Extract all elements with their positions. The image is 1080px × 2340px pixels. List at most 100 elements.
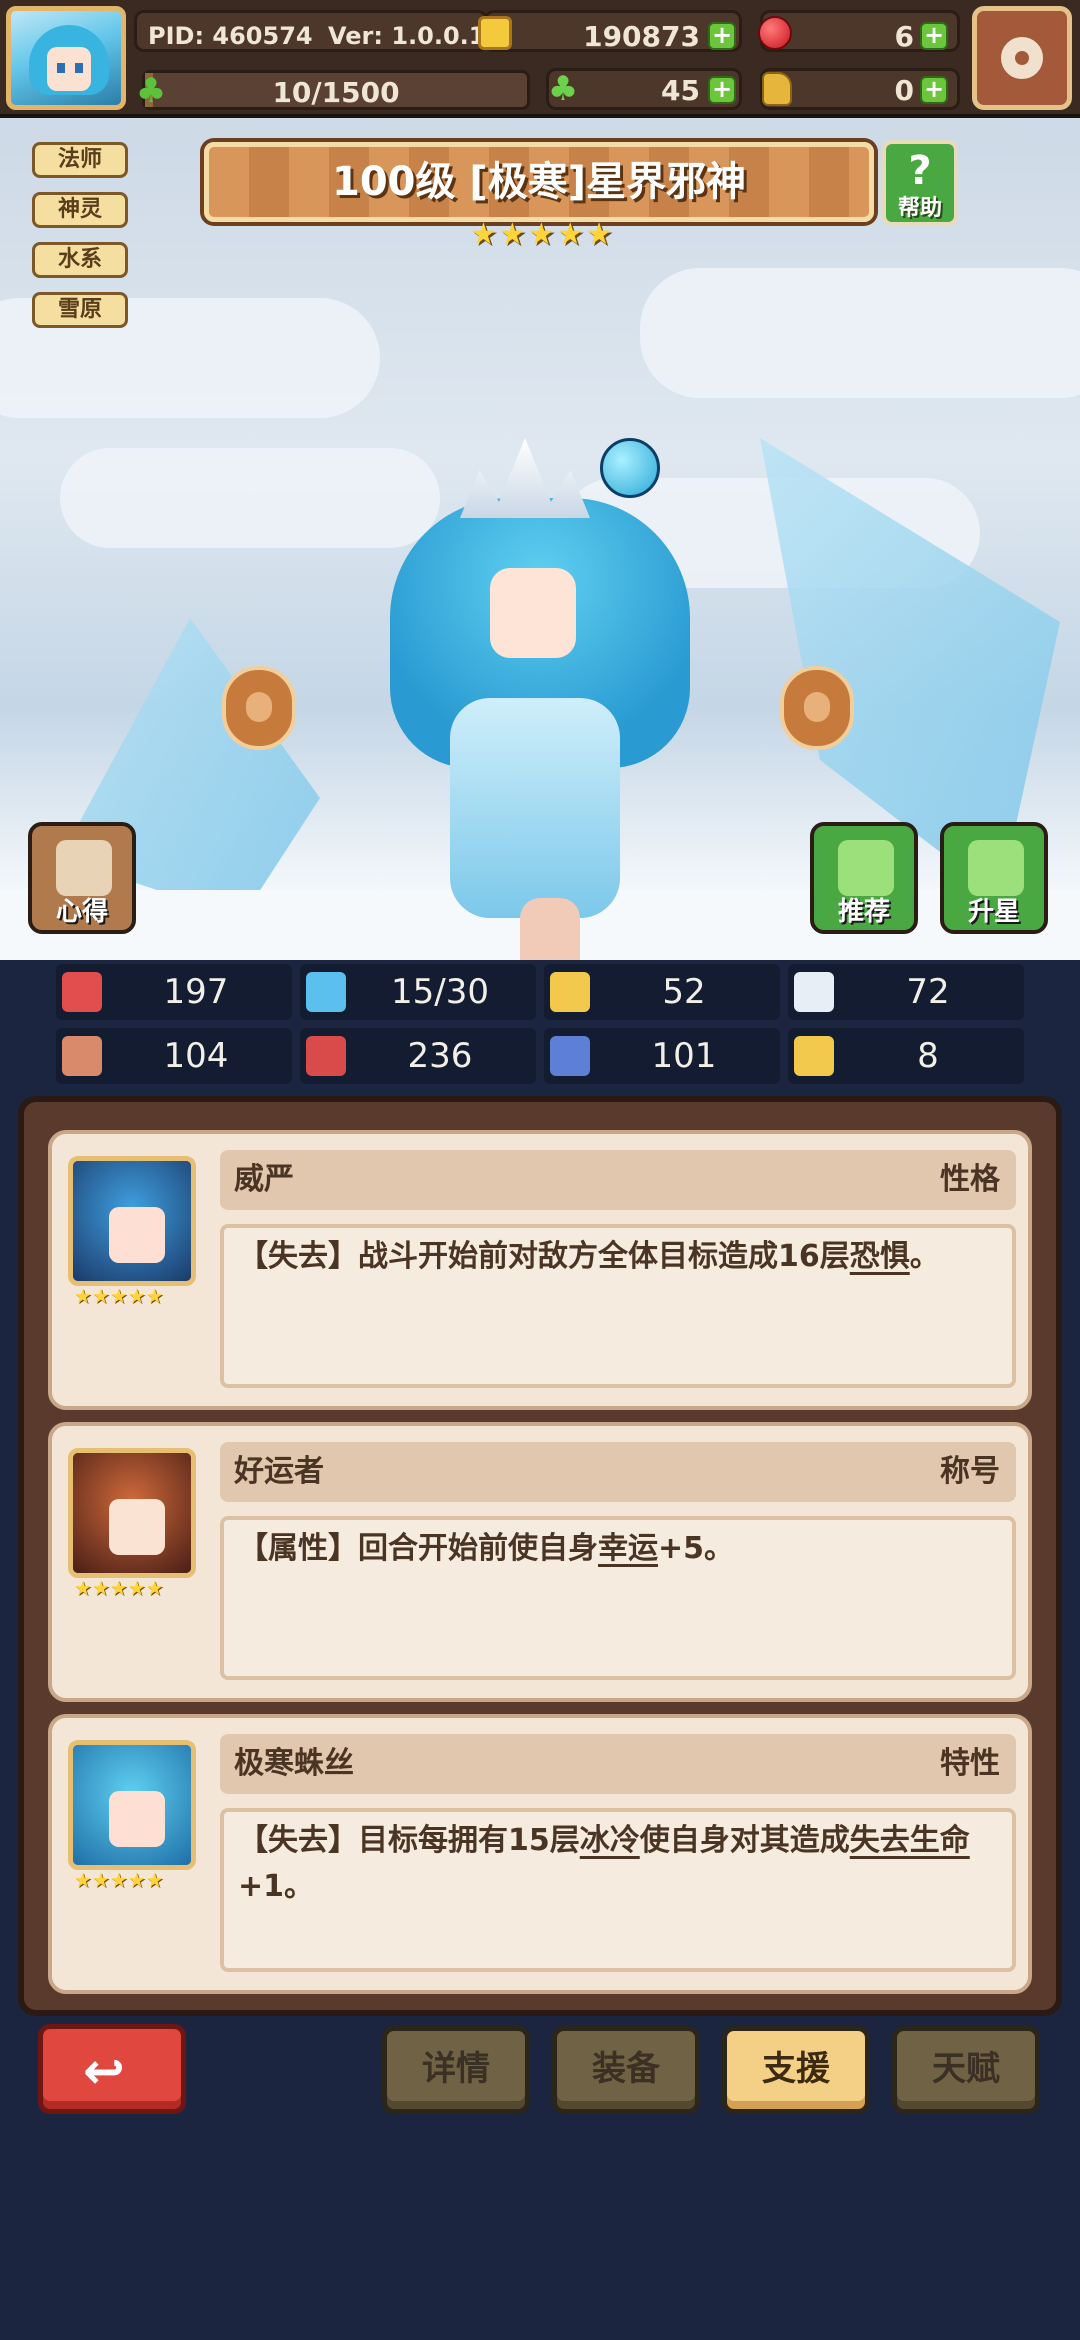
potion-icon [762, 72, 792, 106]
hero-title: 100级 [极寒]星界邪神 [204, 142, 874, 222]
help-label: 帮助 [897, 196, 942, 221]
water-drop-icon [306, 972, 346, 1012]
hero-face [490, 568, 576, 658]
top-bar: PID: 460574 Ver: 1.0.0.10 190873 + 6 + ♣… [0, 0, 1080, 118]
energy-amount: 10/1500 [272, 76, 400, 109]
tab-talent[interactable]: 天赋 [892, 2026, 1040, 2114]
stat-value: 197 [163, 972, 229, 1012]
fist-icon [62, 1036, 102, 1076]
card-type: 特性 [940, 1746, 1000, 1781]
hero-legs [520, 898, 580, 960]
gem-amount: 6 [894, 20, 914, 53]
star-up-button[interactable]: 升星 [940, 822, 1048, 934]
add-gold-button[interactable]: + [708, 22, 736, 50]
ruby-gem-icon [758, 16, 792, 50]
desc-text: 【失去】目标每拥有15层 [238, 1823, 580, 1858]
gear-icon [1001, 37, 1043, 79]
card-stars: ★ ★ ★ ★ ★ [74, 1576, 164, 1600]
ice-crown [460, 438, 590, 518]
desc-text: 【属性】回合开始前使自身 [238, 1531, 598, 1566]
gold-coin-icon [478, 16, 512, 50]
support-card[interactable]: ★ ★ ★ ★ ★ 威严 性格 【失去】战斗开始前对敌方全体目标造成16层恐惧。 [48, 1130, 1032, 1410]
avatar-face [47, 47, 91, 91]
desc-text: 使自身对其造成 [639, 1823, 850, 1858]
tag-class: 法师 [32, 142, 128, 178]
ice-orb [600, 438, 660, 498]
desc-text: +1。 [238, 1869, 315, 1904]
card-portrait [68, 1740, 196, 1870]
insight-button[interactable]: 心得 [28, 822, 136, 934]
version-text: Ver: 1.0.0.10 [328, 22, 503, 50]
book-icon [306, 1036, 346, 1076]
tab-support[interactable]: 支援 [722, 2026, 870, 2114]
hero-character [380, 438, 700, 960]
stat-defense: 52 [544, 964, 780, 1020]
tab-equipment[interactable]: 装备 [552, 2026, 700, 2114]
card-type: 称号 [940, 1454, 1000, 1489]
portrait-face [109, 1791, 165, 1847]
keyword-link[interactable]: 失去生命 [850, 1823, 970, 1858]
star-badge-icon [968, 840, 1024, 896]
gold-amount: 190873 [583, 20, 700, 53]
desc-text: 。 [909, 1239, 940, 1274]
add-potion-button[interactable]: + [920, 76, 948, 104]
keyword-link[interactable]: 恐惧 [850, 1239, 910, 1274]
stat-mana: 15/30 [300, 964, 536, 1020]
card-description: 【失去】战斗开始前对敌方全体目标造成16层恐惧。 [220, 1224, 1016, 1388]
tab-details[interactable]: 详情 [382, 2026, 530, 2114]
card-name: 好运者 [234, 1454, 324, 1489]
cloud [640, 268, 1080, 398]
stairs-icon [550, 1036, 590, 1076]
support-card[interactable]: ★ ★ ★ ★ ★ 极寒蛛丝 特性 【失去】目标每拥有15层冰冷使自身对其造成失去生命 +… [48, 1714, 1032, 1994]
stat-value: 15/30 [391, 972, 489, 1012]
settings-button[interactable] [972, 6, 1072, 110]
keyword-link[interactable]: 幸运 [598, 1531, 658, 1566]
stat-speed: 72 [788, 964, 1024, 1020]
star-icon: ★ [527, 217, 555, 252]
support-card[interactable]: ★ ★ ★ ★ ★ 好运者 称号 【属性】回合开始前使自身幸运+5。 [48, 1422, 1032, 1702]
clover-icon: ♣ [547, 69, 579, 109]
keyword-link[interactable]: 冰冷 [580, 1823, 640, 1858]
stat-attack: 104 [56, 1028, 292, 1084]
hero-scene: 法师 神灵 水系 雪原 100级 [极寒]星界邪神 ★ ★ ★ ★ ★ ? 帮助… [0, 118, 1080, 960]
stat-magic: 236 [300, 1028, 536, 1084]
back-button[interactable]: ↩ [38, 2024, 186, 2114]
card-stars: ★ ★ ★ ★ ★ [74, 1284, 164, 1308]
stat-level: 101 [544, 1028, 780, 1084]
prev-hero-button[interactable] [222, 666, 296, 750]
stat-value: 104 [163, 1036, 229, 1076]
shield-icon [550, 972, 590, 1012]
player-avatar[interactable] [6, 6, 126, 110]
clover-amount: 45 [661, 74, 700, 107]
card-header: 好运者 称号 [220, 1442, 1016, 1502]
star-up-label: 升星 [967, 897, 1020, 927]
stat-value: 72 [906, 972, 950, 1012]
card-portrait [68, 1448, 196, 1578]
portrait-face [109, 1499, 165, 1555]
heart-icon [62, 972, 102, 1012]
stats-grid: 197 15/30 52 72 104 236 101 8 [56, 964, 1024, 1088]
help-button[interactable]: ? 帮助 [882, 140, 958, 226]
card-stars: ★ ★ ★ ★ ★ [74, 1868, 164, 1892]
card-header: 威严 性格 [220, 1150, 1016, 1210]
stat-value: 236 [407, 1036, 473, 1076]
notebook-icon [56, 840, 112, 896]
star-icon: ★ [556, 217, 584, 252]
stat-value: 8 [917, 1036, 939, 1076]
return-arrow-icon: ↩ [83, 2042, 125, 2100]
add-gem-button[interactable]: + [920, 22, 948, 50]
thumbs-up-icon [838, 840, 894, 896]
next-hero-button[interactable] [780, 666, 854, 750]
avatar-eye-left [57, 63, 65, 73]
desc-text: +5。 [658, 1531, 735, 1566]
recommend-button[interactable]: 推荐 [810, 822, 918, 934]
card-name: 极寒蛛丝 [234, 1746, 354, 1781]
hero-body [450, 698, 620, 918]
add-clover-button[interactable]: + [708, 76, 736, 104]
desc-text: 【失去】战斗开始前对敌方全体目标造成16层 [238, 1239, 850, 1274]
horseshoe-icon [794, 1036, 834, 1076]
tag-element: 水系 [32, 242, 128, 278]
recommend-label: 推荐 [837, 897, 890, 927]
tag-race: 神灵 [32, 192, 128, 228]
card-header: 极寒蛛丝 特性 [220, 1734, 1016, 1794]
